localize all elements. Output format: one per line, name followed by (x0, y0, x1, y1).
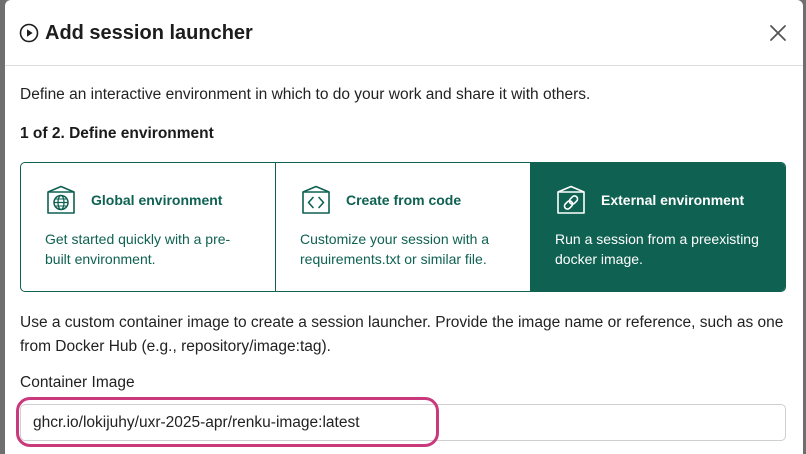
option-description: Customize your session with a requiremen… (300, 231, 490, 267)
option-title: Global environment (91, 192, 223, 208)
add-session-launcher-dialog: Add session launcher Define an interacti… (5, 0, 803, 454)
dialog-header: Add session launcher (5, 0, 803, 66)
option-title: Create from code (346, 192, 462, 208)
step-title: 1 of 2. Define environment (20, 125, 214, 142)
environment-options: Global environment Get started quickly w… (20, 162, 786, 292)
option-external-environment[interactable]: External environment Run a session from … (530, 163, 785, 291)
play-circle-icon (19, 23, 39, 43)
close-icon (770, 25, 786, 41)
intro-text: Define an interactive environment in whi… (20, 86, 591, 103)
link-box-icon (557, 185, 585, 214)
custom-image-help-text: Use a custom container image to create a… (20, 314, 784, 355)
dialog-title-text: Add session launcher (45, 22, 253, 44)
globe-box-icon (47, 185, 75, 214)
option-description: Get started quickly with a pre-built env… (45, 231, 231, 267)
option-title: External environment (601, 192, 745, 208)
option-description: Run a session from a preexisting docker … (555, 231, 759, 267)
dialog-title: Add session launcher (19, 20, 253, 46)
option-create-from-code[interactable]: Create from code Customize your session … (275, 163, 530, 291)
close-button[interactable] (767, 22, 789, 44)
code-box-icon (302, 185, 330, 214)
container-image-input[interactable] (20, 404, 786, 441)
option-global-environment[interactable]: Global environment Get started quickly w… (21, 163, 275, 291)
container-image-label: Container Image (20, 374, 135, 391)
